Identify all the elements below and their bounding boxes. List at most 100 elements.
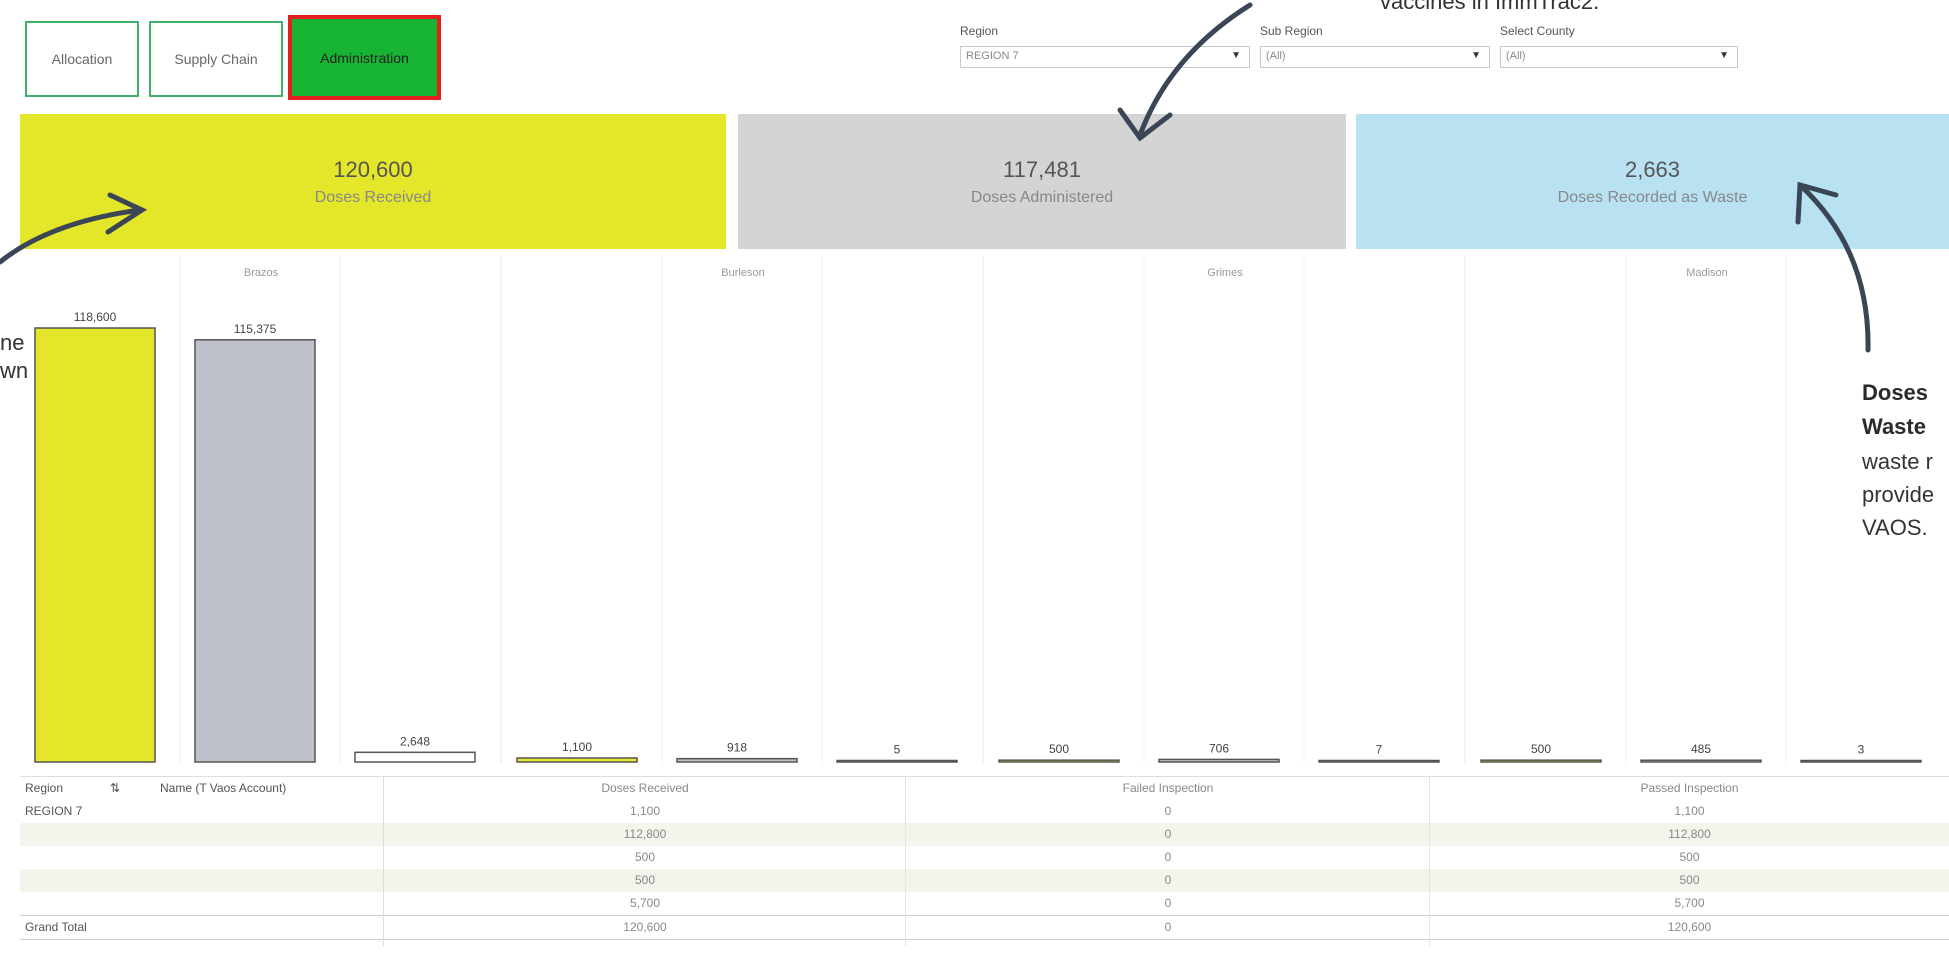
county-filter-label: Select County	[1500, 24, 1575, 38]
table-header-row: Region ⇅ Name (T Vaos Account) Doses Rec…	[20, 776, 1949, 801]
table-row: 500 0 500	[20, 869, 1949, 892]
received-cell: 1,100	[629, 804, 661, 818]
bar-value-label: 500	[1531, 742, 1551, 756]
tab-supply-chain[interactable]: Supply Chain	[149, 21, 283, 97]
region-cell: REGION 7	[25, 804, 83, 818]
passed-header: Passed Inspection	[1640, 781, 1739, 795]
bar-value-label: 118,600	[74, 310, 117, 324]
column-divider	[1429, 776, 1430, 946]
annotation-top: vaccines in ImmTrac2.	[1380, 0, 1600, 14]
sort-icon[interactable]: ⇅	[110, 781, 120, 795]
county-label: Grimes	[1207, 267, 1243, 279]
region-select-value: REGION 7	[966, 50, 1019, 62]
tab-allocation[interactable]: Allocation	[25, 21, 139, 97]
bar-value-label: 500	[1049, 742, 1069, 756]
kpi-administered-value: 117,481	[1003, 156, 1081, 182]
column-divider	[905, 776, 906, 946]
county-label: Burleson	[721, 267, 764, 279]
sub-region-select[interactable]: (All) ▼	[1260, 46, 1490, 68]
name-header: Name (T Vaos Account)	[160, 781, 287, 795]
annotation-left-1: ne	[0, 330, 25, 355]
bar	[194, 339, 316, 763]
grand-total-label: Grand Total	[25, 920, 87, 934]
received-header: Doses Received	[601, 781, 689, 795]
failed-cell: 0	[1164, 827, 1172, 841]
table-row: 500 0 500	[20, 846, 1949, 869]
region-filter-label: Region	[960, 24, 999, 38]
failed-cell: 0	[1164, 873, 1172, 887]
total-passed-cell: 120,600	[1667, 920, 1712, 934]
bar-value-label: 7	[1376, 743, 1383, 757]
tab-administration[interactable]: Administration	[288, 15, 441, 100]
bar	[676, 757, 798, 763]
bar-value-label: 5	[894, 743, 901, 757]
bar	[836, 759, 958, 763]
kpi-waste-label: Doses Recorded as Waste	[1557, 188, 1748, 206]
annotation-waste-2: Waste	[1862, 414, 1926, 439]
sub-region-select-value: (All)	[1266, 50, 1286, 62]
kpi-administered-label: Doses Administered	[970, 188, 1114, 206]
bar	[354, 751, 476, 763]
sub-region-filter-label: Sub Region	[1260, 24, 1323, 38]
column-divider	[383, 776, 384, 946]
failed-cell: 0	[1164, 896, 1172, 910]
region-select[interactable]: REGION 7 ▼	[960, 46, 1250, 68]
received-cell: 5,700	[629, 896, 661, 910]
grand-total-row: Grand Total 120,600 0 120,600	[20, 915, 1949, 940]
bar-value-label: 485	[1691, 742, 1711, 756]
annotation-waste-3: waste r	[1862, 449, 1933, 474]
bar-value-label: 2,648	[400, 734, 430, 748]
kpi-doses-received: 120,600 Doses Received	[20, 114, 726, 249]
tab-allocation-label: Allocation	[51, 51, 113, 67]
bar	[1800, 759, 1922, 763]
bar-value-label: 706	[1209, 741, 1229, 755]
table-row: 5,700 0 5,700	[20, 892, 1949, 915]
county-doses-chart: Brazos 118,600 115,375 2,648 Burleson 1,100 91…	[34, 256, 1922, 764]
table-row: 112,800 0 112,800	[20, 823, 1949, 846]
annotation-waste-5: VAOS.	[1862, 515, 1928, 540]
annotation-waste-4: provide	[1862, 482, 1935, 507]
failed-cell: 0	[1164, 804, 1172, 818]
annotation-left-2: wn	[0, 358, 29, 383]
kpi-doses-waste: 2,663 Doses Recorded as Waste	[1356, 114, 1949, 249]
annotation-waste-1: Doses	[1862, 380, 1929, 405]
chevron-down-icon: ▼	[1471, 50, 1481, 61]
bar-value-label: 918	[727, 741, 747, 755]
kpi-received-value: 120,600	[333, 156, 413, 182]
kpi-doses-administered: 117,481 Doses Administered	[738, 114, 1346, 249]
passed-cell: 112,800	[1668, 827, 1711, 841]
bar-value-label: 115,375	[234, 322, 277, 336]
region-header[interactable]: Region	[25, 781, 63, 795]
received-cell: 500	[634, 850, 656, 864]
county-label: Brazos	[244, 267, 279, 279]
passed-cell: 500	[1679, 873, 1700, 887]
bar	[1158, 758, 1280, 763]
bar	[34, 327, 156, 763]
bar	[998, 759, 1120, 763]
table-row: 1,100 0 1,100	[20, 800, 1949, 823]
received-cell: 112,800	[623, 827, 667, 841]
bar	[1480, 759, 1602, 763]
kpi-waste-value: 2,663	[1624, 156, 1681, 182]
county-select[interactable]: (All) ▼	[1500, 46, 1738, 68]
bar	[1640, 759, 1762, 763]
kpi-received-label: Doses Received	[314, 188, 432, 206]
chevron-down-icon: ▼	[1719, 50, 1729, 61]
failed-header: Failed Inspection	[1122, 781, 1214, 795]
total-failed-cell: 0	[1164, 920, 1172, 934]
county-label: Madison	[1686, 267, 1728, 279]
bar-value-label: 3	[1858, 743, 1865, 757]
failed-cell: 0	[1164, 850, 1172, 864]
tab-administration-label: Administration	[320, 49, 409, 66]
passed-cell: 500	[1679, 850, 1700, 864]
tab-supply-chain-label: Supply Chain	[174, 51, 258, 67]
passed-cell: 1,100	[1674, 804, 1705, 818]
total-received-cell: 120,600	[623, 920, 667, 934]
chevron-down-icon: ▼	[1231, 50, 1241, 61]
passed-cell: 5,700	[1674, 896, 1705, 910]
bar	[1318, 759, 1440, 763]
bar	[516, 757, 638, 763]
received-cell: 500	[634, 873, 656, 887]
bar-value-label: 1,100	[562, 740, 592, 754]
county-select-value: (All)	[1506, 50, 1526, 62]
